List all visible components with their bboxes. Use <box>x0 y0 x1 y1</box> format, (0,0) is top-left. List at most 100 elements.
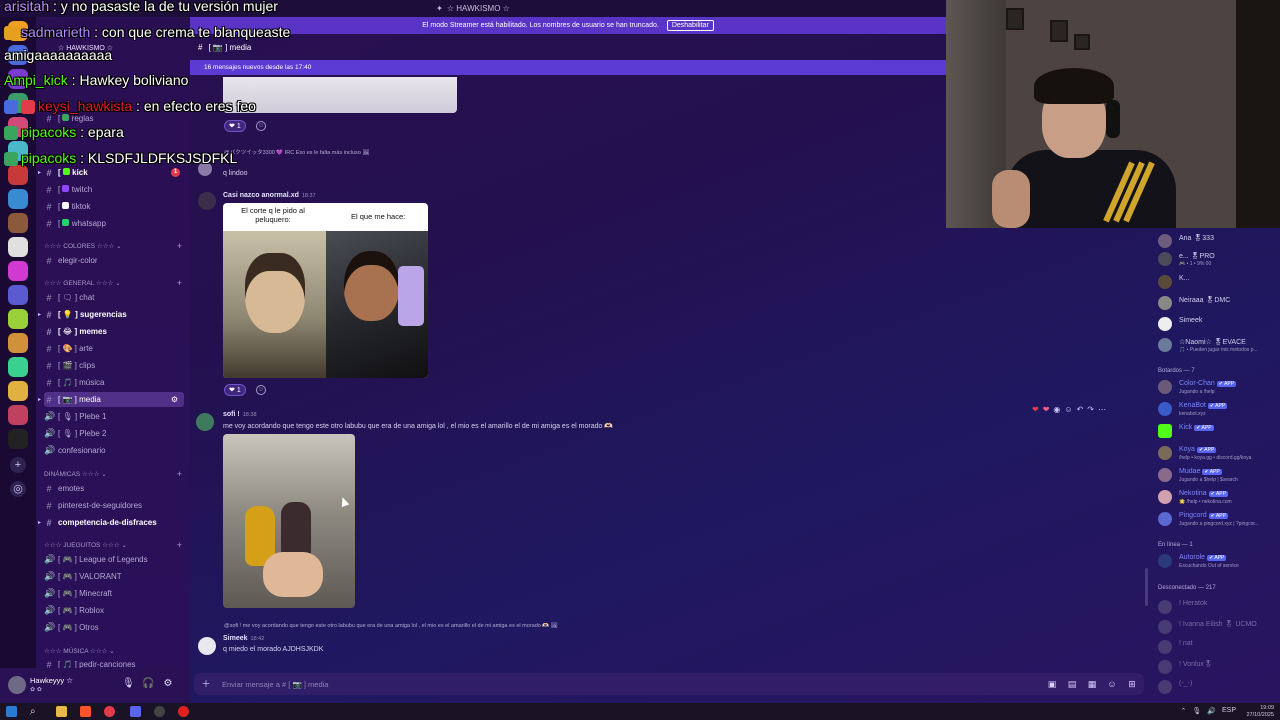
channel-musica[interactable]: # [ 🎵 ] música <box>44 375 184 390</box>
server-icon[interactable] <box>8 237 28 257</box>
voice-channel-otros[interactable]: 🔊 [ 🎮 ] Otros <box>44 620 184 635</box>
folder-icon[interactable] <box>56 706 67 717</box>
add-channel-icon[interactable]: + <box>177 469 182 479</box>
settings-icon[interactable]: ⚙ <box>162 678 174 690</box>
server-icon[interactable] <box>8 333 28 353</box>
voice-channel-minecraft[interactable]: 🔊 [ 🎮 ] Minecraft <box>44 586 184 601</box>
channel-memes[interactable]: # [ 😂 ] memes <box>44 324 184 339</box>
member-item[interactable]: ☆Naomi☆ 🎖EVACE 🎵 • Pueden jugar mis metod… <box>1158 336 1280 354</box>
voice-channel-plebe-1[interactable]: 🔊 [ 🎙 ] Plebe 1 <box>44 409 184 424</box>
voice-channel-plebe-2[interactable]: 🔊 [ 🎙 ] Plebe 2 <box>44 426 184 441</box>
reply-preview[interactable]: @sofi ! me voy acordando que tengo este … <box>224 623 558 629</box>
server-icon[interactable] <box>8 213 28 233</box>
search-icon[interactable]: ⌕ <box>30 706 41 717</box>
add-reaction-icon[interactable]: ☺ <box>1064 405 1072 414</box>
category-dinamicas[interactable]: DINÁMICAS ☆☆☆ ⌄ + <box>44 469 184 479</box>
channel-arte[interactable]: # [ 🎨 ] arte <box>44 341 184 356</box>
browser-icon[interactable] <box>80 706 91 717</box>
add-channel-icon[interactable]: + <box>177 278 182 288</box>
apps-icon[interactable]: ⊞ <box>1126 678 1138 690</box>
member-item[interactable]: ! nat <box>1158 638 1280 656</box>
windows-start-icon[interactable] <box>6 706 17 717</box>
sticker-icon[interactable]: ▦ <box>1086 678 1098 690</box>
voice-channel-roblox[interactable]: 🔊 [ 🎮 ] Roblox <box>44 603 184 618</box>
message-author[interactable]: Casi nazco anormal.xd <box>223 192 299 199</box>
add-reaction-icon[interactable]: ☺ <box>256 385 266 395</box>
member-item[interactable]: Pingcord ✔ APP Jugando a pingcord.xyz | ?p… <box>1158 510 1280 528</box>
member-item[interactable]: Neiraaa 🎖DMC <box>1158 294 1280 312</box>
category-juegos[interactable]: ☆☆☆ JUEGUITOS ☆☆☆ ⌄ + <box>44 540 184 550</box>
discord-icon[interactable] <box>130 706 141 717</box>
member-item[interactable]: ! Ivanna Eilish 🎖 UCMO <box>1158 618 1280 636</box>
more-icon[interactable]: ⋯ <box>1098 405 1106 414</box>
globe-icon[interactable]: ◉ <box>1053 405 1060 414</box>
server-icon[interactable] <box>8 285 28 305</box>
category-general[interactable]: ☆☆☆ GENERAL ☆☆☆ ⌄ + <box>44 278 184 288</box>
mic-tray-icon[interactable]: 🎙 <box>1192 707 1201 715</box>
avatar[interactable] <box>198 192 216 210</box>
reply-icon[interactable]: ↶ <box>1077 405 1084 414</box>
category-colores[interactable]: ☆☆☆ COLORES ☆☆☆ ⌄ + <box>44 241 184 251</box>
member-item[interactable]: Nekotina ✔ APP 🌟 /help • nekotina.com <box>1158 488 1280 506</box>
member-item[interactable]: ! Vonlux🎖 <box>1158 658 1280 676</box>
channel-whatsapp[interactable]: # [ whatsapp <box>44 216 184 231</box>
emoji-icon[interactable]: ☺ <box>1106 678 1118 690</box>
member-item[interactable]: Koya ✔ APP/help • koya.gg • discord.gg/ko… <box>1158 444 1280 462</box>
avatar[interactable] <box>8 676 26 694</box>
server-icon[interactable] <box>8 309 28 329</box>
member-item[interactable]: ! Heratok <box>1158 598 1280 616</box>
discover-icon[interactable]: ◎ <box>10 481 26 497</box>
volume-icon[interactable]: 🔊 <box>1207 707 1216 715</box>
channel-settings-icon[interactable]: ⚙ <box>171 395 178 404</box>
add-channel-icon[interactable]: + <box>177 241 182 251</box>
member-item[interactable]: Color-Chan ✔ APP Jugando a /help <box>1158 378 1280 396</box>
disable-streamer-button[interactable]: Deshabilitar <box>666 20 714 31</box>
message-input[interactable] <box>222 679 722 689</box>
channel-emotes[interactable]: # emotes <box>44 481 184 496</box>
message-author[interactable]: sofi ! <box>223 411 240 418</box>
chat-scrollbar[interactable] <box>1145 568 1148 606</box>
clock[interactable]: 19:09 27/10/2025 <box>1246 705 1274 718</box>
server-icon[interactable] <box>8 381 28 401</box>
heart-icon[interactable]: ❤ <box>1043 405 1050 414</box>
channel-pinterest[interactable]: # pinterest-de-seguidores <box>44 498 184 513</box>
member-item[interactable]: Mudae ✔ APP Jugando a $help | $search <box>1158 466 1280 484</box>
server-icon[interactable] <box>8 189 28 209</box>
member-item[interactable]: Autorole ✔ APP Escuchando Out of service <box>1158 552 1280 570</box>
obs-icon[interactable] <box>154 706 165 717</box>
gif-icon[interactable]: ▤ <box>1066 678 1078 690</box>
member-item[interactable]: (-_-) <box>1158 678 1280 696</box>
member-item[interactable]: Kick ✔ APP <box>1158 422 1280 440</box>
plus-icon[interactable]: ＋ <box>200 678 212 690</box>
heart-reaction[interactable]: ❤ 1 <box>224 384 246 396</box>
server-icon[interactable] <box>8 261 28 281</box>
avatar[interactable] <box>198 637 216 655</box>
channel-media[interactable]: ▸ # [ 📷 ] media ⚙ <box>38 392 184 407</box>
opera-icon[interactable] <box>104 706 115 717</box>
heart-icon[interactable]: ❤ <box>1032 405 1039 414</box>
server-icon[interactable] <box>8 405 28 425</box>
add-channel-icon[interactable]: + <box>177 540 182 550</box>
channel-chat[interactable]: # [ 🗨 ] chat <box>44 290 184 305</box>
forward-icon[interactable]: ↷ <box>1087 405 1094 414</box>
voice-channel-valorant[interactable]: 🔊 [ 🎮 ] VALORANT <box>44 569 184 584</box>
channel-clips[interactable]: # [ 🎬 ] clips <box>44 358 184 373</box>
add-server-icon[interactable]: + <box>10 457 26 473</box>
server-icon[interactable] <box>8 429 28 449</box>
meme-image[interactable]: El corte q le pido al peluquero: El que … <box>223 203 428 378</box>
avatar[interactable] <box>196 413 214 431</box>
channel-competencia[interactable]: ▸ # competencia-de-disfraces <box>38 515 184 530</box>
channel-tiktok[interactable]: # [ tiktok <box>44 199 184 214</box>
recording-icon[interactable] <box>178 706 189 717</box>
member-item[interactable]: Simeek <box>1158 315 1280 333</box>
channel-elegir-color[interactable]: # elegir-color <box>44 253 184 268</box>
gift-icon[interactable]: ▣ <box>1046 678 1058 690</box>
server-icon[interactable] <box>8 357 28 377</box>
channel-sugerencias[interactable]: ▸ # [ 💡 ] sugerencias <box>38 307 184 322</box>
microphone-icon[interactable]: 🎙 <box>122 678 135 690</box>
member-item[interactable]: Ana 🎖333 <box>1158 232 1280 250</box>
language-indicator[interactable]: ESP <box>1222 707 1236 715</box>
chevron-up-icon[interactable]: ⌃ <box>1181 707 1187 715</box>
headphones-icon[interactable]: 🎧 <box>142 678 154 690</box>
message-author[interactable]: Simeek <box>223 635 248 642</box>
